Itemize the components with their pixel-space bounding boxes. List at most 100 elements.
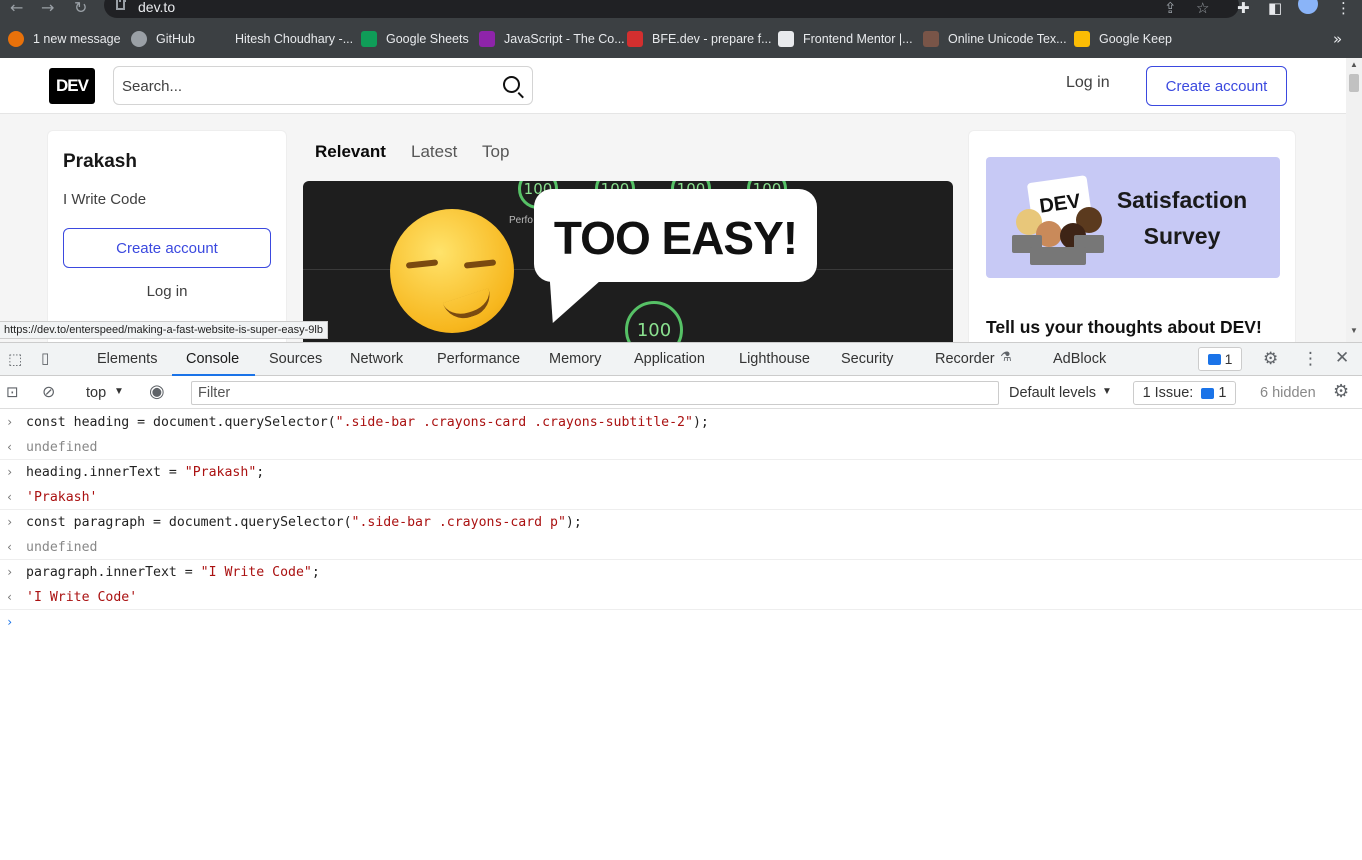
survey-banner[interactable]: DEV Satisfaction Survey — [986, 157, 1280, 278]
bookmark-label: JavaScript - The Co... — [504, 32, 625, 46]
feed-tab-latest[interactable]: Latest — [411, 142, 457, 162]
bookmark-item[interactable]: Online Unicode Tex... — [923, 28, 1067, 50]
result-value: 'I Write Code' — [26, 590, 138, 605]
lock-icon[interactable] — [116, 0, 126, 10]
bookmark-item[interactable]: GitHub — [131, 28, 195, 50]
context-selector[interactable]: top — [86, 385, 106, 401]
web-page: DEV Log in Create account Prakash I Writ… — [0, 58, 1346, 342]
scroll-down-icon[interactable]: ▼ — [1350, 326, 1358, 335]
console-input-line: › paragraph.innerText = "I Write Code"; — [0, 560, 1362, 585]
sidebar-login-link[interactable]: Log in — [63, 283, 271, 300]
bookmark-item[interactable]: Hitesh Choudhary -... — [210, 28, 353, 50]
close-icon[interactable]: ✕ — [1335, 348, 1349, 368]
feed-tab-top[interactable]: Top — [482, 142, 509, 162]
dev-logo[interactable]: DEV — [49, 68, 95, 104]
code-text: const heading = document.querySelector( — [26, 415, 336, 430]
extensions-icon[interactable]: ✚ — [1237, 0, 1250, 17]
bookmark-item[interactable]: 1 new message — [8, 28, 121, 50]
reload-icon[interactable]: ↻ — [74, 0, 87, 17]
bookmark-item[interactable]: Frontend Mentor |... — [778, 28, 913, 50]
chevron-down-icon[interactable]: ▼ — [114, 386, 124, 397]
sidebar-subtitle: I Write Code — [63, 191, 147, 208]
tab-performance[interactable]: Performance — [437, 351, 520, 367]
code-string: ".side-bar .crayons-card p" — [351, 515, 566, 530]
clear-console-icon[interactable]: ⊘ — [42, 382, 55, 401]
tab-application[interactable]: Application — [634, 351, 705, 367]
avatar[interactable] — [1298, 0, 1318, 14]
issues-label: 1 Issue: — [1142, 385, 1194, 401]
feed-tab-relevant[interactable]: Relevant — [315, 142, 386, 162]
bookmark-label: Online Unicode Tex... — [948, 32, 1067, 46]
tab-console[interactable]: Console — [186, 351, 239, 367]
tab-adblock[interactable]: AdBlock — [1053, 351, 1106, 367]
tab-security[interactable]: Security — [841, 351, 893, 367]
page-scrollbar[interactable]: ▲ ▼ — [1346, 58, 1362, 342]
tab-network[interactable]: Network — [350, 351, 403, 367]
sidebar-create-account-button[interactable]: Create account — [63, 228, 271, 268]
console-text: undefined — [26, 435, 97, 460]
filter-box[interactable] — [191, 381, 999, 405]
console-settings-icon[interactable]: ⚙ — [1333, 381, 1349, 402]
survey-card: DEV Satisfaction Survey Tell us your tho… — [968, 130, 1296, 342]
console-input-line: › const paragraph = document.querySelecto… — [0, 510, 1362, 535]
messages-count: 1 — [1224, 351, 1233, 367]
login-link[interactable]: Log in — [1066, 74, 1110, 92]
console-text: paragraph.innerText = "I Write Code"; — [26, 560, 320, 585]
speech-bubble: TOO EASY! — [534, 189, 817, 282]
bookmark-item[interactable]: JavaScript - The Co... — [479, 28, 625, 50]
tab-lighthouse[interactable]: Lighthouse — [739, 351, 810, 367]
tab-memory[interactable]: Memory — [549, 351, 601, 367]
tab-recorder[interactable]: Recorder — [935, 351, 995, 367]
bookmark-item[interactable]: Google Sheets — [361, 28, 469, 50]
code-text: const paragraph = document.querySelector… — [26, 515, 352, 530]
tab-sources[interactable]: Sources — [269, 351, 322, 367]
star-icon[interactable]: ☆ — [1196, 0, 1209, 17]
laptop-icon — [1056, 247, 1086, 265]
search-box[interactable] — [113, 66, 533, 105]
bookmark-label: BFE.dev - prepare f... — [652, 32, 772, 46]
side-panel-icon[interactable]: ◧ — [1268, 0, 1282, 17]
menu-icon[interactable]: ⋮ — [1336, 0, 1351, 17]
settings-icon[interactable]: ⚙ — [1263, 349, 1278, 369]
code-string: "I Write Code" — [200, 565, 312, 580]
console-output[interactable]: › const heading = document.querySelector(… — [0, 410, 1362, 635]
console-input-line: › const heading = document.querySelector(… — [0, 410, 1362, 435]
console-prompt[interactable]: › — [0, 610, 1362, 635]
bookmark-item[interactable]: BFE.dev - prepare f... — [627, 28, 772, 50]
issues-button[interactable]: 1 Issue: 1 — [1133, 381, 1236, 405]
sidebar-toggle-icon[interactable]: ⊡ — [6, 383, 19, 401]
bookmark-label: Google Keep — [1099, 32, 1172, 46]
url-text[interactable]: dev.to — [138, 0, 175, 15]
address-bar[interactable] — [104, 0, 1239, 18]
search-icon[interactable] — [503, 76, 520, 93]
tab-elements[interactable]: Elements — [97, 351, 157, 367]
scroll-up-icon[interactable]: ▲ — [1350, 60, 1358, 69]
share-icon[interactable]: ⇪ — [1164, 0, 1177, 17]
browser-chrome: ← → ↻ dev.to ⇪ ☆ ✚ ◧ ⋮ 1 new message GitH… — [0, 0, 1362, 58]
bookmark-favicon-icon — [8, 31, 24, 47]
article-cover-image[interactable]: 100 100 100 100 100 Perfo TOO EASY! — [303, 181, 953, 342]
filter-input[interactable] — [198, 385, 988, 401]
devtools-panel: ⬚ ▯ Elements Console Sources Network Per… — [0, 342, 1362, 860]
forward-icon[interactable]: → — [41, 0, 54, 17]
search-input[interactable] — [122, 75, 482, 97]
console-result-line: ‹ 'I Write Code' — [0, 585, 1362, 610]
scrollbar-thumb[interactable] — [1349, 74, 1359, 92]
bookmark-item[interactable]: Google Keep — [1074, 28, 1172, 50]
more-options-icon[interactable]: ⋮ — [1302, 349, 1319, 369]
console-input-line: › heading.innerText = "Prakash"; — [0, 460, 1362, 485]
device-toolbar-icon[interactable]: ▯ — [41, 349, 49, 367]
back-icon[interactable]: ← — [10, 0, 23, 17]
inspect-element-icon[interactable]: ⬚ — [8, 350, 22, 368]
code-text: ); — [565, 515, 582, 530]
chevron-down-icon[interactable]: ▼ — [1102, 386, 1112, 397]
log-levels-dropdown[interactable]: Default levels — [1009, 385, 1096, 401]
chevron-right-icon: › — [6, 415, 14, 429]
messages-badge[interactable]: 1 — [1198, 347, 1242, 371]
eye-icon[interactable]: ◉ — [149, 381, 165, 402]
create-account-button[interactable]: Create account — [1146, 66, 1287, 106]
console-text: undefined — [26, 535, 97, 560]
survey-heading[interactable]: Tell us your thoughts about DEV! — [986, 317, 1262, 338]
sidebar-card: Prakash I Write Code Create account Log … — [47, 130, 287, 342]
more-bookmarks-icon[interactable]: » — [1333, 30, 1342, 48]
